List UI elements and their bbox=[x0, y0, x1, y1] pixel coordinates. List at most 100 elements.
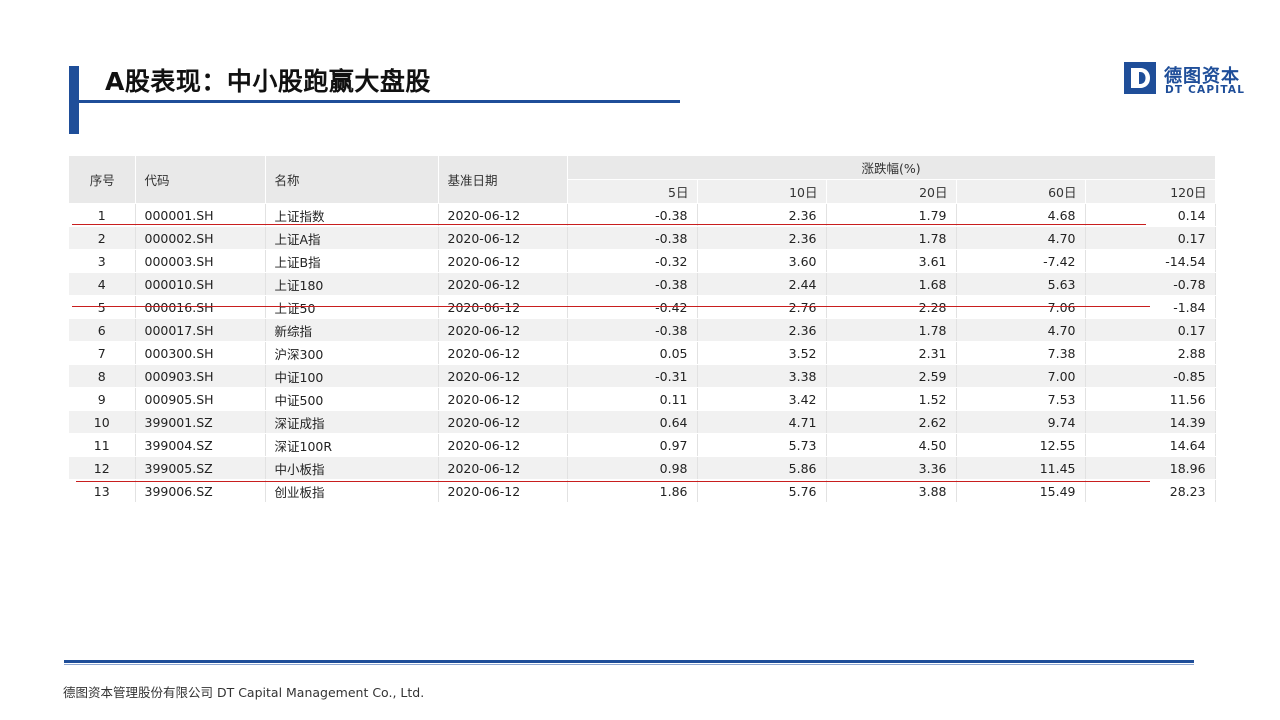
cell-index: 4 bbox=[69, 272, 136, 296]
table-row: 11 399004.SZ 深证100R 2020-06-12 0.97 5.73 4.50 1… bbox=[69, 433, 1216, 457]
cell-change-5d: 0.97 bbox=[567, 433, 698, 457]
table-row: 2 000002.SH 上证A指 2020-06-12 -0.38 2.36 1.78 4.7… bbox=[69, 226, 1216, 250]
cell-change-10d: 5.76 bbox=[697, 479, 827, 503]
cell-index: 8 bbox=[69, 364, 136, 388]
cell-base-date: 2020-06-12 bbox=[438, 456, 568, 480]
cell-name: 沪深300 bbox=[265, 341, 439, 365]
cell-change-60d: 7.06 bbox=[956, 295, 1086, 319]
cell-change-20d: 2.28 bbox=[826, 295, 957, 319]
cell-change-20d: 1.78 bbox=[826, 318, 957, 342]
cell-index: 11 bbox=[69, 433, 136, 457]
cell-name: 中证500 bbox=[265, 387, 439, 411]
cell-index: 10 bbox=[69, 410, 136, 434]
cell-base-date: 2020-06-12 bbox=[438, 387, 568, 411]
cell-code: 000002.SH bbox=[135, 226, 266, 250]
cell-change-20d: 1.78 bbox=[826, 226, 957, 250]
header-name: 名称 bbox=[265, 156, 439, 204]
cell-change-10d: 2.44 bbox=[697, 272, 827, 296]
cell-change-20d: 1.52 bbox=[826, 387, 957, 411]
cell-name: 中证100 bbox=[265, 364, 439, 388]
table-row: 4 000010.SH 上证180 2020-06-12 -0.38 2.44 1.68 5.… bbox=[69, 272, 1216, 296]
cell-change-60d: 15.49 bbox=[956, 479, 1086, 503]
footer-divider bbox=[64, 660, 1194, 663]
cell-change-10d: 3.60 bbox=[697, 249, 827, 273]
cell-base-date: 2020-06-12 bbox=[438, 272, 568, 296]
cell-code: 000016.SH bbox=[135, 295, 266, 319]
cell-index: 13 bbox=[69, 479, 136, 503]
cell-change-20d: 3.61 bbox=[826, 249, 957, 273]
cell-base-date: 2020-06-12 bbox=[438, 433, 568, 457]
cell-change-5d: 1.86 bbox=[567, 479, 698, 503]
cell-change-120d: 28.23 bbox=[1085, 479, 1216, 503]
cell-change-60d: 4.70 bbox=[956, 318, 1086, 342]
cell-change-60d: 5.63 bbox=[956, 272, 1086, 296]
cell-change-10d: 5.73 bbox=[697, 433, 827, 457]
cell-change-120d: -1.84 bbox=[1085, 295, 1216, 319]
cell-base-date: 2020-06-12 bbox=[438, 295, 568, 319]
cell-change-60d: 7.00 bbox=[956, 364, 1086, 388]
cell-change-10d: 4.71 bbox=[697, 410, 827, 434]
cell-index: 12 bbox=[69, 456, 136, 480]
cell-code: 399006.SZ bbox=[135, 479, 266, 503]
cell-change-60d: 7.53 bbox=[956, 387, 1086, 411]
cell-base-date: 2020-06-12 bbox=[438, 318, 568, 342]
footer-company-name: 德图资本管理股份有限公司 DT Capital Management Co., … bbox=[63, 685, 425, 700]
cell-change-20d: 1.68 bbox=[826, 272, 957, 296]
company-logo: 德图资本 DT CAPITAL bbox=[1124, 62, 1254, 98]
cell-code: 000017.SH bbox=[135, 318, 266, 342]
cell-index: 2 bbox=[69, 226, 136, 250]
cell-change-10d: 3.42 bbox=[697, 387, 827, 411]
cell-name: 深证成指 bbox=[265, 410, 439, 434]
cell-change-5d: -0.38 bbox=[567, 226, 698, 250]
cell-change-120d: 0.17 bbox=[1085, 318, 1216, 342]
cell-change-5d: -0.38 bbox=[567, 318, 698, 342]
cell-name: 中小板指 bbox=[265, 456, 439, 480]
cell-code: 000903.SH bbox=[135, 364, 266, 388]
cell-change-20d: 2.31 bbox=[826, 341, 957, 365]
cell-index: 5 bbox=[69, 295, 136, 319]
cell-index: 3 bbox=[69, 249, 136, 273]
cell-code: 399005.SZ bbox=[135, 456, 266, 480]
cell-change-5d: -0.32 bbox=[567, 249, 698, 273]
header-period: 5日 bbox=[567, 179, 698, 204]
cell-index: 7 bbox=[69, 341, 136, 365]
cell-base-date: 2020-06-12 bbox=[438, 341, 568, 365]
cell-code: 399004.SZ bbox=[135, 433, 266, 457]
table-row: 5 000016.SH 上证50 2020-06-12 -0.42 2.76 2.28 7.0… bbox=[69, 295, 1216, 319]
highlight-line-row-1 bbox=[72, 224, 1146, 225]
cell-change-20d: 3.36 bbox=[826, 456, 957, 480]
cell-change-5d: -0.31 bbox=[567, 364, 698, 388]
cell-change-120d: 11.56 bbox=[1085, 387, 1216, 411]
header-period: 20日 bbox=[826, 179, 957, 204]
cell-name: 上证50 bbox=[265, 295, 439, 319]
cell-base-date: 2020-06-12 bbox=[438, 410, 568, 434]
cell-code: 000300.SH bbox=[135, 341, 266, 365]
cell-change-10d: 2.36 bbox=[697, 318, 827, 342]
cell-change-60d: 7.38 bbox=[956, 341, 1086, 365]
cell-change-10d: 3.38 bbox=[697, 364, 827, 388]
cell-code: 000905.SH bbox=[135, 387, 266, 411]
cell-code: 399001.SZ bbox=[135, 410, 266, 434]
index-performance-table: 序号 代码 名称 基准日期 涨跌幅(%) 5日 10日 20日 60日 120日… bbox=[69, 156, 1216, 503]
highlight-line-row-5 bbox=[72, 306, 1150, 307]
cell-code: 000010.SH bbox=[135, 272, 266, 296]
cell-change-5d: -0.38 bbox=[567, 272, 698, 296]
header-period: 120日 bbox=[1085, 179, 1216, 204]
logo-english-text: DT CAPITAL bbox=[1165, 84, 1246, 96]
header-period: 10日 bbox=[697, 179, 827, 204]
title-accent-bar bbox=[69, 66, 79, 134]
table-row: 10 399001.SZ 深证成指 2020-06-12 0.64 4.71 2.62 9.7… bbox=[69, 410, 1216, 434]
cell-change-120d: 18.96 bbox=[1085, 456, 1216, 480]
cell-change-5d: -0.42 bbox=[567, 295, 698, 319]
table-row: 8 000903.SH 中证100 2020-06-12 -0.31 3.38 2.59 7.… bbox=[69, 364, 1216, 388]
cell-change-20d: 2.59 bbox=[826, 364, 957, 388]
cell-name: 创业板指 bbox=[265, 479, 439, 503]
cell-code: 000003.SH bbox=[135, 249, 266, 273]
cell-change-60d: 12.55 bbox=[956, 433, 1086, 457]
cell-name: 上证B指 bbox=[265, 249, 439, 273]
cell-change-120d: 0.17 bbox=[1085, 226, 1216, 250]
cell-change-20d: 3.88 bbox=[826, 479, 957, 503]
cell-base-date: 2020-06-12 bbox=[438, 249, 568, 273]
cell-change-20d: 4.50 bbox=[826, 433, 957, 457]
highlight-line-row-12 bbox=[76, 481, 1150, 482]
